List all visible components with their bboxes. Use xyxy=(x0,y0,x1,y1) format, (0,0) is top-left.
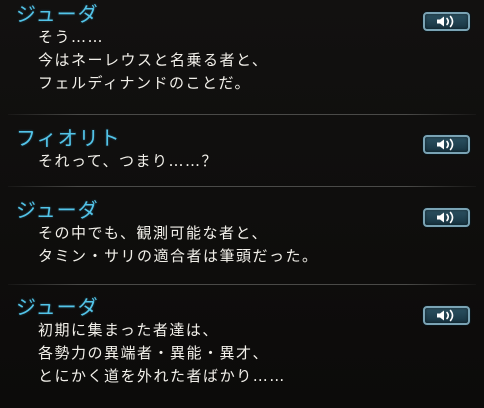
speaker-name: ジューダ xyxy=(16,198,99,222)
speaker-name: ジューダ xyxy=(16,295,99,319)
dialogue-line: それって、つまり……？ xyxy=(38,152,219,170)
speaker-icon xyxy=(437,15,454,28)
dialogue-text: 初期に集まった者達は、 各勢力の異端者・異能・異才、 とにかく道を外れた者ばかり… xyxy=(38,319,286,388)
dialogue-line: とにかく道を外れた者ばかり…… xyxy=(38,367,286,385)
entry-divider xyxy=(8,284,476,285)
speaker-name: フィオリト xyxy=(16,126,121,150)
speaker-name: ジューダ xyxy=(16,2,99,26)
voice-replay-button[interactable] xyxy=(423,306,470,325)
dialogue-line: フェルディナンドのことだ。 xyxy=(38,74,252,92)
dialogue-text: それって、つまり……？ xyxy=(38,150,218,173)
dialogue-line: 今はネーレウスと名乗る者と、 xyxy=(38,51,269,69)
speaker-icon xyxy=(437,138,454,151)
dialogue-line: 初期に集まった者達は、 xyxy=(38,321,219,339)
entry-divider xyxy=(8,114,476,115)
dialogue-line: その中でも、観測可能な者と、 xyxy=(38,224,268,242)
backlog-panel: ジューダ そう…… 今はネーレウスと名乗る者と、 フェルディナンドのことだ。 フ… xyxy=(0,0,484,408)
speaker-icon xyxy=(437,309,454,322)
voice-replay-button[interactable] xyxy=(423,12,470,31)
dialogue-line: そう…… xyxy=(38,28,105,46)
voice-replay-button[interactable] xyxy=(423,135,470,154)
dialogue-line: タミン・サリの適合者は筆頭だった。 xyxy=(38,247,319,265)
dialogue-line: 各勢力の異端者・異能・異才、 xyxy=(38,344,270,362)
speaker-icon xyxy=(437,211,454,224)
entry-divider xyxy=(8,186,476,187)
voice-replay-button[interactable] xyxy=(423,208,470,227)
dialogue-text: そう…… 今はネーレウスと名乗る者と、 フェルディナンドのことだ。 xyxy=(38,26,268,95)
dialogue-text: その中でも、観測可能な者と、 タミン・サリの適合者は筆頭だった。 xyxy=(38,222,319,268)
